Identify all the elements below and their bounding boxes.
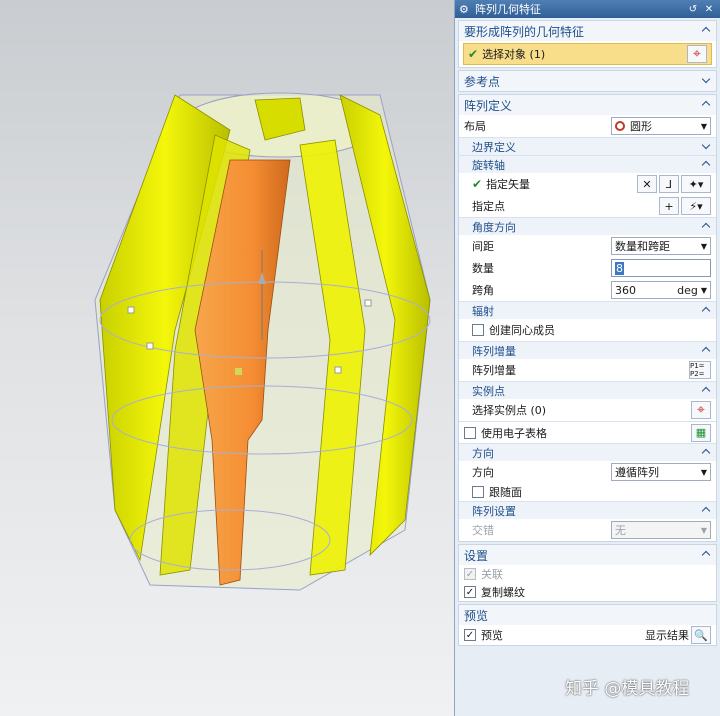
chevron-up-icon[interactable] — [701, 26, 711, 36]
chevron-up-icon[interactable] — [701, 386, 711, 396]
spreadsheet-icon[interactable]: ▦ — [691, 423, 711, 442]
rotation-axis-header[interactable]: 旋转轴 — [459, 155, 716, 173]
gear-icon[interactable]: ⚙ — [459, 3, 471, 16]
instance-crosshair-button[interactable]: ⌖ — [691, 401, 711, 419]
select-object-row[interactable]: ✔ 选择对象 (1) ⌖ — [463, 43, 712, 65]
stagger-dropdown: 无 ▼ — [611, 521, 711, 539]
spreadsheet-checkbox[interactable] — [464, 426, 476, 439]
chevron-up-icon[interactable] — [701, 222, 711, 232]
chevron-up-icon[interactable] — [701, 506, 711, 516]
follow-face-checkbox[interactable] — [472, 486, 484, 498]
dialog-title: 阵列几何特征 — [475, 3, 541, 16]
chevron-up-icon[interactable] — [701, 448, 711, 458]
stagger-row: 交错 无 ▼ — [459, 519, 716, 541]
section-preview-header[interactable]: 预览 — [459, 605, 716, 625]
instance-point-row: 选择实例点 (0) ⌖ — [459, 399, 716, 421]
section-reference-point: 参考点 — [458, 70, 717, 92]
section-pattern-definition: 阵列定义 布局 圆形 ▼ 边界定义 旋转轴 ✔ 指定矢量 ✕ ⅃ ✦▾ 指定点 … — [458, 94, 717, 542]
show-result-button[interactable]: 🔍 — [691, 626, 711, 644]
layout-row: 布局 圆形 ▼ — [459, 115, 716, 137]
graphics-viewport[interactable] — [0, 0, 454, 716]
copy-threads-checkbox[interactable]: ✓ — [464, 586, 476, 598]
section-geometry: 要形成阵列的几何特征 ✔ 选择对象 (1) ⌖ — [458, 20, 717, 68]
section-settings-header[interactable]: 设置 — [459, 545, 716, 565]
follow-face-row: 跟随面 — [459, 483, 716, 501]
dropdown-arrow-icon: ▼ — [700, 525, 707, 535]
specify-point-row: 指定点 + ⚡▾ — [459, 195, 716, 217]
associative-checkbox: ✓ — [464, 568, 476, 580]
orientation-header[interactable]: 方向 — [459, 443, 716, 461]
spacing-row: 间距 数量和跨距 ▼ — [459, 235, 716, 257]
vector-type-dropdown[interactable]: ✦▾ — [681, 175, 711, 193]
chevron-up-icon[interactable] — [701, 100, 711, 110]
span-angle-input[interactable]: 360 deg ▼ — [611, 281, 711, 299]
section-settings: 设置 ✓ 关联 ✓ 复制螺纹 — [458, 544, 717, 602]
point-dialog-button[interactable]: + — [659, 197, 679, 215]
layout-dropdown[interactable]: 圆形 ▼ — [611, 117, 711, 135]
chevron-up-icon[interactable] — [701, 306, 711, 316]
point-type-dropdown[interactable]: ⚡▾ — [681, 197, 711, 215]
reverse-direction-button[interactable]: ✕ — [637, 175, 657, 193]
spreadsheet-row: 使用电子表格 ▦ — [459, 421, 716, 443]
pattern-settings-header[interactable]: 阵列设置 — [459, 501, 716, 519]
select-crosshair-button[interactable]: ⌖ — [687, 45, 707, 63]
chevron-up-icon[interactable] — [701, 550, 711, 560]
count-input[interactable]: 8 — [611, 259, 711, 277]
check-icon: ✔ — [472, 177, 483, 191]
copy-threads-row: ✓ 复制螺纹 — [464, 586, 525, 599]
pattern-geometry-dialog: ⚙ 阵列几何特征 ↺ ✕ 要形成阵列的几何特征 ✔ 选择对象 (1) ⌖ 参考点… — [454, 0, 720, 716]
dropdown-arrow-icon: ▼ — [700, 241, 707, 251]
vector-dialog-button[interactable]: ⅃ — [659, 175, 679, 193]
crosshair-icon: ⌖ — [697, 402, 705, 418]
pattern-increment-header[interactable]: 阵列增量 — [459, 341, 716, 359]
associative-row: ✓ 关联 — [464, 568, 503, 581]
show-result-label: 显示结果 — [645, 629, 689, 642]
chevron-up-icon[interactable] — [701, 160, 711, 170]
watermark: 知乎 @模具教程 — [565, 679, 690, 699]
circle-layout-icon — [615, 121, 625, 131]
orientation-dropdown[interactable]: 遵循阵列 ▼ — [611, 463, 711, 481]
pattern-increment-button[interactable]: P1= P2= — [689, 361, 711, 379]
dialog-titlebar: ⚙ 阵列几何特征 ↺ ✕ — [455, 0, 720, 18]
pattern-model — [94, 92, 431, 591]
dropdown-arrow-icon: ▼ — [700, 285, 707, 295]
span-angle-row: 跨角 360 deg ▼ — [459, 279, 716, 301]
chevron-down-icon[interactable] — [701, 76, 711, 86]
chevron-up-icon[interactable] — [701, 346, 711, 356]
concentric-checkbox[interactable] — [472, 324, 484, 336]
close-icon[interactable]: ✕ — [702, 2, 716, 16]
pattern-increment-row: 阵列增量 P1= P2= — [459, 359, 716, 381]
dropdown-arrow-icon: ▼ — [700, 467, 707, 477]
concentric-row: 创建同心成员 — [459, 319, 716, 341]
section-geometry-header[interactable]: 要形成阵列的几何特征 — [459, 21, 716, 41]
chevron-down-icon[interactable] — [701, 142, 711, 152]
instance-point-header[interactable]: 实例点 — [459, 381, 716, 399]
dropdown-arrow-icon: ▼ — [700, 121, 707, 131]
preview-row: ✓ 预览 显示结果 🔍 — [459, 625, 716, 645]
section-pattern-header[interactable]: 阵列定义 — [459, 95, 716, 115]
check-icon: ✔ — [468, 47, 479, 61]
reset-icon[interactable]: ↺ — [686, 2, 700, 16]
spacing-dropdown[interactable]: 数量和跨距 ▼ — [611, 237, 711, 255]
section-reference-header[interactable]: 参考点 — [459, 71, 716, 91]
angle-direction-header[interactable]: 角度方向 — [459, 217, 716, 235]
section-preview: 预览 ✓ 预览 显示结果 🔍 — [458, 604, 717, 646]
orientation-row: 方向 遵循阵列 ▼ — [459, 461, 716, 483]
crosshair-icon: ⌖ — [693, 46, 701, 62]
specify-vector-row: ✔ 指定矢量 ✕ ⅃ ✦▾ — [459, 173, 716, 195]
count-row: 数量 8 — [459, 257, 716, 279]
preview-checkbox[interactable]: ✓ — [464, 629, 476, 641]
boundary-definition-header[interactable]: 边界定义 — [459, 137, 716, 155]
radial-header[interactable]: 辐射 — [459, 301, 716, 319]
